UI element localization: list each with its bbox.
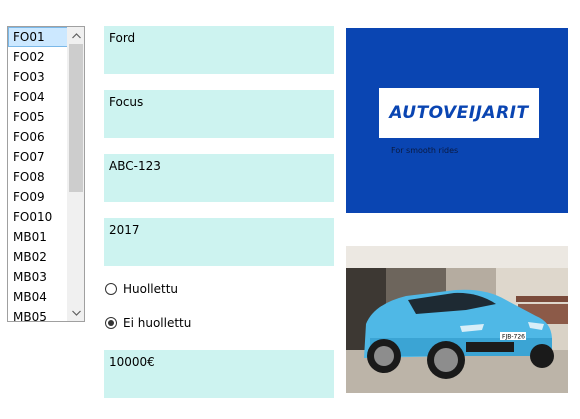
list-item[interactable]: MB01 bbox=[8, 227, 69, 247]
list-item[interactable]: FO06 bbox=[8, 127, 69, 147]
list-item[interactable]: MB02 bbox=[8, 247, 69, 267]
list-item[interactable]: FO08 bbox=[8, 167, 69, 187]
plate-field[interactable]: ABC-123 bbox=[104, 154, 334, 202]
scroll-up-icon[interactable] bbox=[68, 27, 84, 44]
logo-tagline: For smooth rides bbox=[391, 146, 459, 155]
list-item[interactable]: FO07 bbox=[8, 147, 69, 167]
model-field[interactable]: Focus bbox=[104, 90, 334, 138]
list-item[interactable]: FO05 bbox=[8, 107, 69, 127]
list-item[interactable]: FO04 bbox=[8, 87, 69, 107]
list-item[interactable]: FO09 bbox=[8, 187, 69, 207]
car-photo: FJB-726 bbox=[346, 246, 568, 393]
list-item[interactable]: FO02 bbox=[8, 47, 69, 67]
radio-serviced[interactable]: Huollettu bbox=[105, 281, 178, 297]
list-item[interactable]: FO010 bbox=[8, 207, 69, 227]
radio-circle[interactable] bbox=[105, 283, 117, 295]
radio-not-serviced[interactable]: Ei huollettu bbox=[105, 315, 191, 331]
logo-text: AUTOVEIJARIT bbox=[389, 103, 529, 123]
list-item[interactable]: MB03 bbox=[8, 267, 69, 287]
list-item[interactable]: MB04 bbox=[8, 287, 69, 307]
scroll-down-icon[interactable] bbox=[68, 304, 84, 321]
list-item[interactable]: FO03 bbox=[8, 67, 69, 87]
listbox-items: FO01 FO02 FO03 FO04 FO05 FO06 FO07 FO08 … bbox=[8, 27, 69, 321]
logo-panel: AUTOVEIJARIT For smooth rides bbox=[346, 28, 568, 213]
license-plate-text: FJB-726 bbox=[502, 334, 525, 341]
radio-circle[interactable] bbox=[105, 317, 117, 329]
logo-box: AUTOVEIJARIT bbox=[379, 88, 539, 138]
scroll-thumb[interactable] bbox=[69, 44, 83, 192]
list-item[interactable]: FO01 bbox=[8, 27, 69, 47]
year-field[interactable]: 2017 bbox=[104, 218, 334, 266]
make-field[interactable]: Ford bbox=[104, 26, 334, 74]
listbox-scrollbar[interactable] bbox=[67, 27, 84, 321]
car-listbox[interactable]: FO01 FO02 FO03 FO04 FO05 FO06 FO07 FO08 … bbox=[7, 26, 85, 322]
list-item[interactable]: MB05 bbox=[8, 307, 69, 321]
radio-label: Huollettu bbox=[123, 282, 179, 296]
price-field[interactable]: 10000€ bbox=[104, 350, 334, 398]
radio-label: Ei huollettu bbox=[123, 316, 192, 330]
